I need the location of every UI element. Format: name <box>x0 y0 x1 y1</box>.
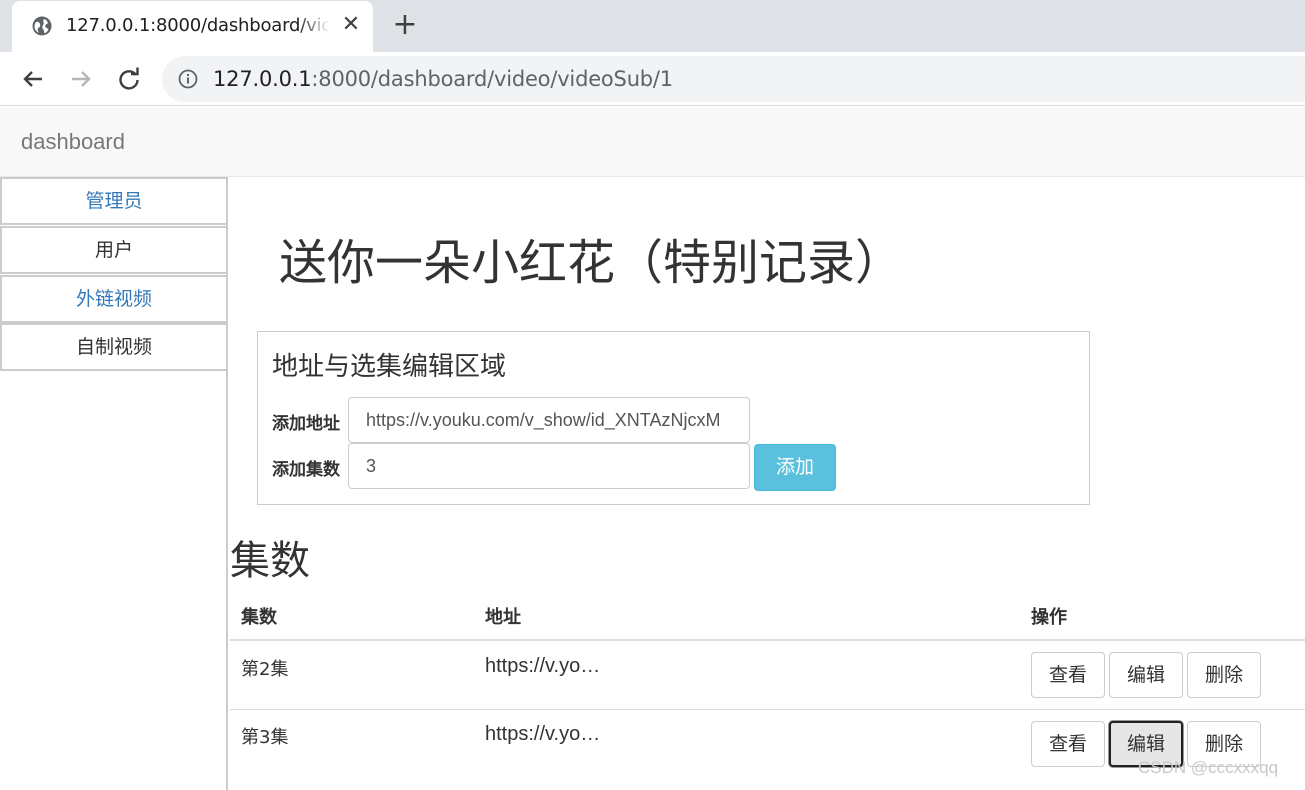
table-header-divider <box>230 639 1305 641</box>
forward-arrow-icon[interactable] <box>66 64 96 94</box>
address-bar[interactable]: 127.0.0.1:8000/dashboard/video/videoSub/… <box>162 56 1305 102</box>
url-path: :8000/dashboard/video/videoSub/1 <box>311 67 673 91</box>
add-button[interactable]: 添加 <box>754 444 836 491</box>
episode-input[interactable]: 3 <box>348 443 750 489</box>
reload-icon[interactable] <box>114 64 144 94</box>
url-host: 127.0.0.1 <box>213 67 312 91</box>
new-tab-button[interactable]: + <box>390 10 420 41</box>
table-cell-episode: 第2集 <box>241 659 289 680</box>
watermark: CSDN @cccxxxqq <box>1138 758 1279 777</box>
info-icon[interactable] <box>178 69 198 89</box>
episode-label: 添加集数 <box>272 460 340 480</box>
view-button[interactable]: 查看 <box>1031 721 1105 767</box>
sidebar-item-own-video[interactable]: 自制视频 <box>0 323 228 371</box>
page-title: 送你一朵小红花（特别记录） <box>279 235 904 291</box>
table-cell-episode: 第3集 <box>241 727 289 748</box>
tab-title: 127.0.0.1:8000/dashboard/video <box>66 15 328 36</box>
table-cell-url: https://v.yo… <box>485 723 601 745</box>
sidebar: 管理员 用户 外链视频 自制视频 <box>0 177 228 790</box>
brand-link[interactable]: dashboard <box>21 129 125 155</box>
table-header-url: 地址 <box>485 607 521 628</box>
browser-tab[interactable]: 127.0.0.1:8000/dashboard/video ✕ <box>12 1 373 52</box>
edit-panel: 地址与选集编辑区域 添加地址 https://v.youku.com/v_sho… <box>257 331 1090 505</box>
globe-icon <box>32 16 52 36</box>
address-input[interactable]: https://v.youku.com/v_show/id_XNTAzNjcxM <box>348 397 750 443</box>
view-button[interactable]: 查看 <box>1031 652 1105 698</box>
top-navbar: dashboard <box>0 107 1305 177</box>
sidebar-item-users[interactable]: 用户 <box>0 226 228 274</box>
back-arrow-icon[interactable] <box>18 64 48 94</box>
address-label: 添加地址 <box>272 414 340 434</box>
edit-button[interactable]: 编辑 <box>1109 652 1183 698</box>
browser-tabstrip: 127.0.0.1:8000/dashboard/video ✕ + <box>0 0 1305 52</box>
panel-heading: 地址与选集编辑区域 <box>272 352 507 382</box>
table-header-episode: 集数 <box>241 607 277 628</box>
delete-button[interactable]: 删除 <box>1187 652 1261 698</box>
sidebar-item-external-video[interactable]: 外链视频 <box>0 275 228 323</box>
browser-toolbar: 127.0.0.1:8000/dashboard/video/videoSub/… <box>0 52 1305 106</box>
url-text: 127.0.0.1:8000/dashboard/video/videoSub/… <box>213 67 673 91</box>
table-cell-url: https://v.yo… <box>485 655 601 677</box>
tab-title-fade <box>298 11 330 41</box>
table-row-divider <box>230 709 1305 710</box>
section-title: 集数 <box>230 538 310 584</box>
table-header-actions: 操作 <box>1031 607 1067 628</box>
close-tab-icon[interactable]: ✕ <box>339 13 363 37</box>
sidebar-item-admin[interactable]: 管理员 <box>0 177 228 225</box>
